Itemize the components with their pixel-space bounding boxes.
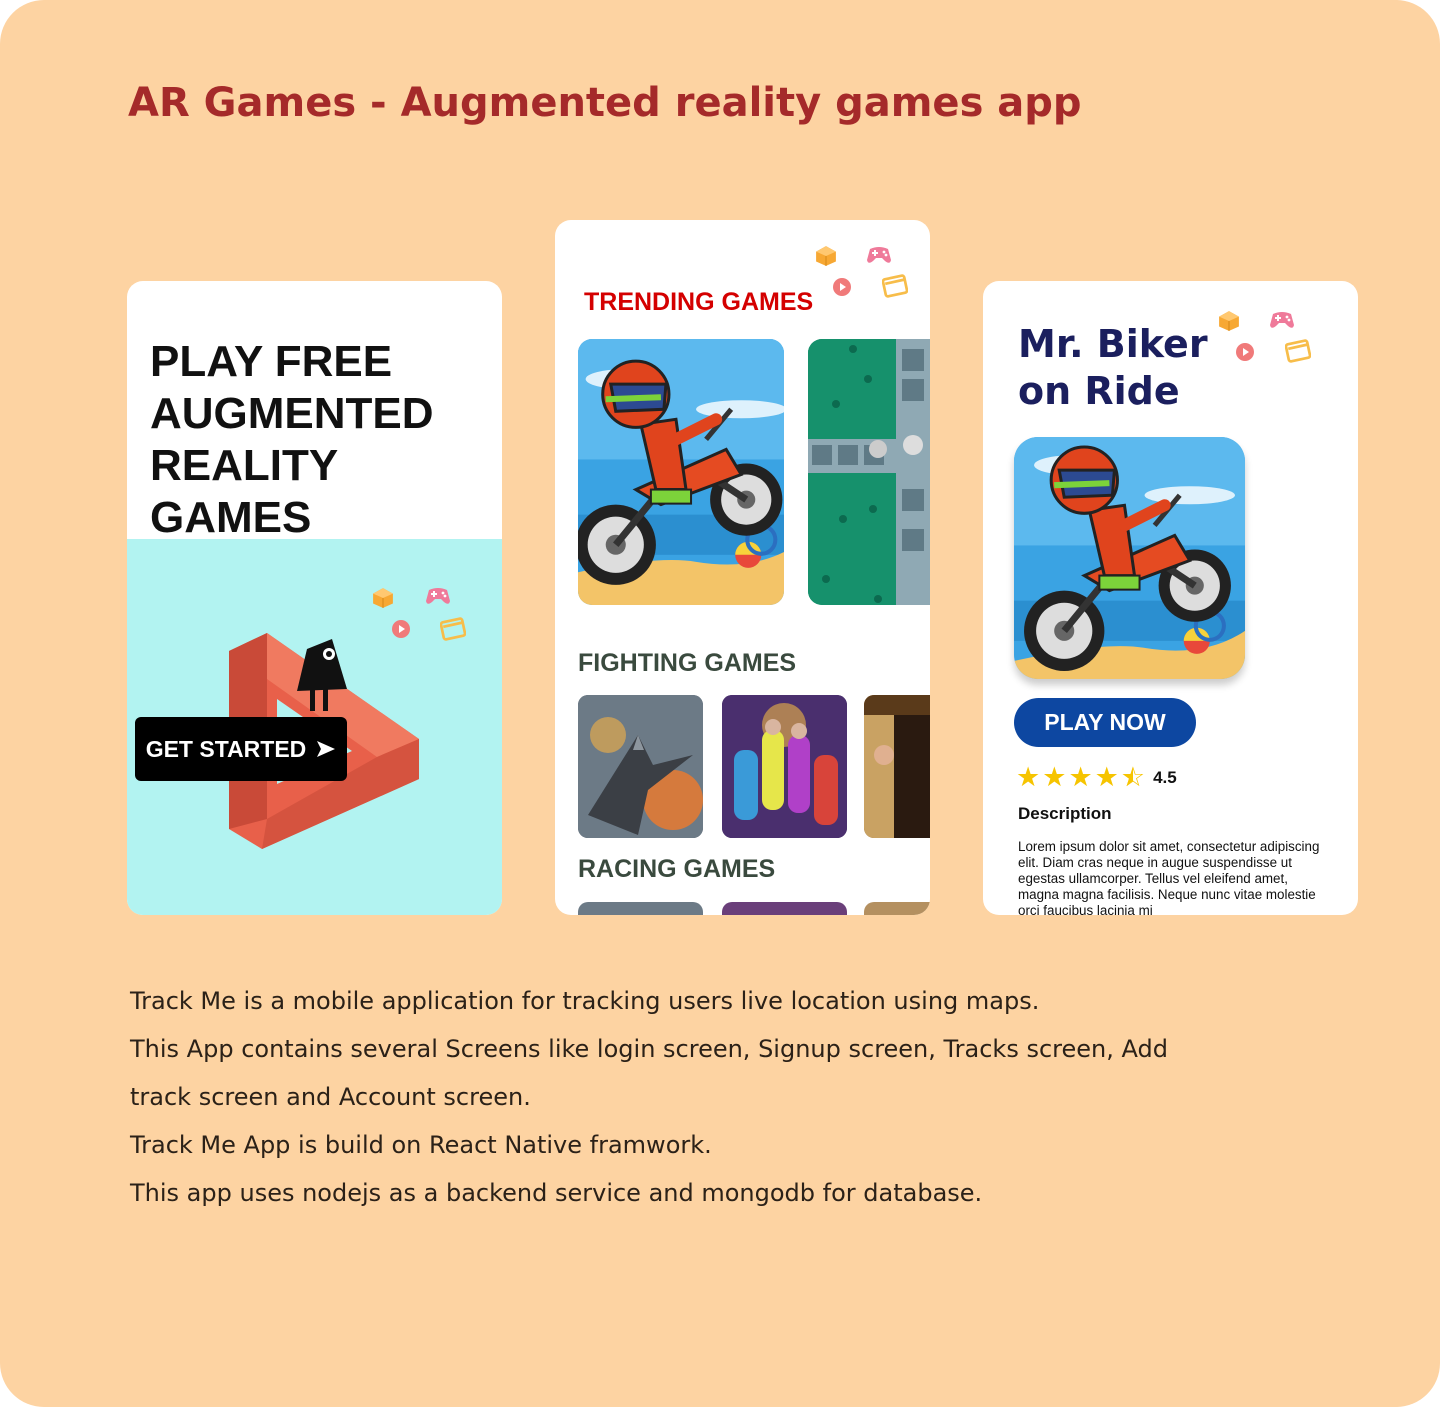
description-line: Track Me App is build on React Native fr… [130,1131,712,1159]
home-screen-card: TRENDING GAMES FIGHTING GAMES RACING GAM… [555,220,930,915]
play-icon [391,619,411,639]
game-thumbnail[interactable] [578,695,703,838]
star-icon: ★ [1016,762,1041,792]
game-thumbnail[interactable] [864,695,930,838]
cube-icon [815,245,837,267]
game-thumbnail[interactable] [578,902,703,915]
gamepad-icon [425,585,451,607]
hero-headline-line: PLAY FREE [150,337,393,386]
hero-headline-line: AUGMENTED [150,389,434,438]
game-title-line: Mr. Biker [1018,322,1208,366]
star-icon: ★ [1042,762,1067,792]
hero-headline: PLAY FREE AUGMENTED REALITY GAMES [150,336,434,544]
rating-stars: ★ ★ ★ ★ ☆★ 4.5 [1016,764,1177,791]
cube-icon [372,587,394,609]
gamepad-icon [1269,309,1295,331]
game-thumbnail[interactable] [808,339,930,605]
section-title-fighting: FIGHTING GAMES [578,649,797,677]
window-icon [440,617,466,641]
play-icon [1235,342,1255,362]
section-title-trending: TRENDING GAMES [584,288,814,316]
page-title: AR Games - Augmented reality games app [128,80,1082,126]
game-cover-image [1014,437,1245,679]
description-line: This App contains several Screens like l… [130,1035,1168,1063]
arrow-right-icon [317,741,336,757]
window-icon [882,274,908,298]
description-text: Lorem ipsum dolor sit amet, consectetur … [1018,839,1320,915]
hero-headline-line: REALITY [150,441,339,490]
game-detail-card: Mr. Biker on Ride PLAY NOW ★ ★ ★ ★ ☆★ 4.… [983,281,1358,915]
gamepad-icon [866,244,892,266]
game-thumbnail[interactable] [722,695,847,838]
game-thumbnail[interactable] [722,902,847,915]
star-icon: ★ [1094,762,1119,792]
half-star-icon: ☆★ [1120,762,1146,792]
play-now-button[interactable]: PLAY NOW [1014,698,1196,747]
star-icon: ★ [1068,762,1093,792]
description-line: This app uses nodejs as a backend servic… [130,1179,983,1207]
get-started-label: GET STARTED [145,735,307,762]
game-thumbnail[interactable] [864,902,930,915]
section-title-racing: RACING GAMES [578,855,776,883]
window-icon [1285,339,1311,363]
cube-icon [1218,310,1240,332]
game-title-line: on Ride [1018,369,1180,413]
page-background: AR Games - Augmented reality games app P… [0,0,1440,1407]
game-thumbnail[interactable] [578,339,784,605]
play-icon [832,277,852,297]
get-started-button[interactable]: GET STARTED [135,717,347,781]
welcome-screen-card: PLAY FREE AUGMENTED REALITY GAMES GET ST… [127,281,502,915]
description-heading: Description [1018,804,1112,823]
description-line: track screen and Account screen. [130,1083,531,1111]
project-description: Track Me is a mobile application for tra… [130,977,1280,1217]
game-title: Mr. Biker on Ride [1018,321,1208,415]
hero-headline-line: GAMES [150,493,312,542]
rating-value: 4.5 [1153,767,1177,787]
description-line: Track Me is a mobile application for tra… [130,987,1040,1015]
